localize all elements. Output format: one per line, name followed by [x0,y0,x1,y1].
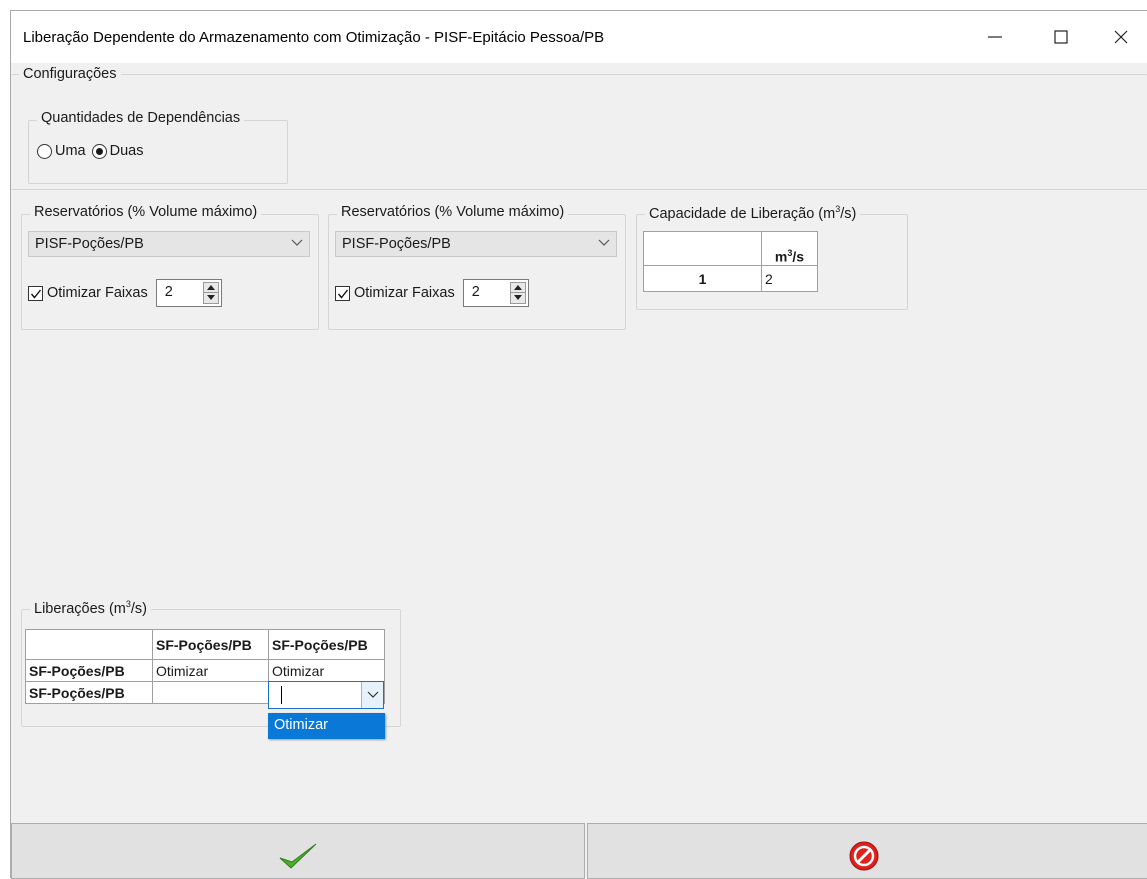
faixas-value-1: 2 [164,284,173,300]
table-corner [25,629,153,660]
spinner-up-button-1[interactable] [203,283,218,293]
ok-button[interactable] [11,823,585,879]
otimizar-label-2[interactable]: Otimizar Faixas [354,285,455,301]
reservatorio-select-1-value: PISF-Poções/PB [35,236,144,252]
maximize-icon [1054,30,1068,44]
radio-duas-label[interactable]: Duas [110,143,144,159]
chevron-down-icon [291,239,303,246]
spinner-down-button-2[interactable] [511,293,525,303]
capacidade-row-header: 1 [643,265,762,292]
reservatorio-legend-1: Reservatórios (% Volume máximo) [30,204,262,220]
radio-uma-label[interactable]: Uma [55,143,86,159]
liberacoes-row-header-1: SF-Poções/PB [25,659,153,682]
capacidade-value-cell[interactable]: 2 [761,265,818,292]
dialog-window: Liberação Dependente do Armazenamento co… [10,10,1147,879]
capacidade-legend-prefix: Capacidade de Liberação (m [649,205,836,222]
faixas-spinner-1[interactable]: 2 [155,279,222,307]
reservatorio-group-1: Reservatórios (% Volume máximo) PISF-Poç… [21,204,319,330]
checkmark-icon [30,289,42,299]
liberacoes-cell-1-1[interactable]: Otimizar [152,659,269,682]
faixas-spinner-2[interactable]: 2 [462,279,529,307]
radio-uma[interactable] [37,143,52,159]
configuracoes-legend: Configurações [19,66,121,82]
capacidade-legend: Capacidade de Liberação (m3/s) [645,204,861,222]
capacidade-col-header: m3/s [761,231,818,266]
dependencias-radio-row: Uma Duas [37,143,149,159]
cancel-icon [849,841,879,871]
liberacoes-row-header-2: SF-Poções/PB [25,681,153,704]
capacidade-legend-suffix: /s) [840,205,857,222]
chevron-down-icon [367,691,379,698]
otimizar-label-1[interactable]: Otimizar Faixas [47,285,148,301]
reservatorio-legend-2: Reservatórios (% Volume máximo) [337,204,569,220]
otimizar-checkbox-2[interactable] [335,285,350,301]
close-icon [1114,30,1128,44]
reservatorio-group-2: Reservatórios (% Volume máximo) PISF-Poç… [328,204,626,330]
reservatorio-select-1[interactable]: PISF-Poções/PB [28,231,310,257]
title-bar: Liberação Dependente do Armazenamento co… [11,11,1147,63]
dependencias-group: Quantidades de Dependências Uma Duas [28,110,288,184]
cancel-button[interactable] [587,823,1147,879]
liberacoes-col-header-1: SF-Poções/PB [152,629,269,660]
capacidade-col-header-prefix: m [774,249,788,265]
liberacoes-group: Liberações (m3/s) SF-Poções/PB SF-Poções… [21,599,401,727]
arrow-up-icon [206,285,215,290]
spinner-buttons-2 [509,282,526,304]
liberacoes-legend-suffix: /s) [130,600,147,617]
cell-dropdown-editor[interactable] [268,681,384,709]
capacidade-table: m3/s 1 2 [643,231,818,292]
text-caret [281,686,282,704]
liberacoes-col-header-2: SF-Poções/PB [268,629,385,660]
checkmark-icon [337,289,349,299]
faixas-value-2: 2 [471,284,480,300]
radio-duas[interactable] [91,143,107,159]
liberacoes-table: SF-Poções/PB SF-Poções/PB SF-Poções/PB O… [25,629,385,709]
liberacoes-cell-2-1[interactable] [152,681,269,704]
maximize-button[interactable] [1034,11,1088,63]
liberacoes-legend: Liberações (m3/s) [30,599,151,617]
reservatorio-select-2-value: PISF-Poções/PB [342,236,451,252]
dropdown-option-otimizar[interactable]: Otimizar [268,713,385,739]
liberacoes-cell-2-2[interactable] [268,681,385,709]
liberacoes-cell-1-2[interactable]: Otimizar [268,659,385,682]
arrow-down-icon [206,295,215,300]
table-corner [643,231,762,266]
otimizar-row-1: Otimizar Faixas 2 [28,279,222,307]
minimize-button[interactable] [968,11,1022,63]
spinner-down-button-1[interactable] [204,293,218,303]
minimize-icon [988,36,1002,38]
cell-dropdown-button[interactable] [361,682,383,708]
otimizar-row-2: Otimizar Faixas 2 [335,279,529,307]
spinner-buttons-1 [202,282,219,304]
dependencias-legend: Quantidades de Dependências [37,110,245,126]
spinner-up-button-2[interactable] [510,283,525,293]
capacidade-col-header-suffix: /s [792,249,805,265]
configuracoes-group: Configurações Quantidades de Dependência… [11,66,1147,190]
chevron-down-icon [598,239,610,246]
close-button[interactable] [1094,11,1147,63]
arrow-up-icon [513,285,522,290]
window-title: Liberação Dependente do Armazenamento co… [23,29,605,46]
otimizar-checkbox-1[interactable] [28,285,43,301]
checkmark-icon [279,843,317,869]
arrow-down-icon [513,295,522,300]
liberacoes-legend-prefix: Liberações (m [34,600,126,617]
reservatorio-select-2[interactable]: PISF-Poções/PB [335,231,617,257]
capacidade-group: Capacidade de Liberação (m3/s) m3/s 1 2 [636,204,908,310]
